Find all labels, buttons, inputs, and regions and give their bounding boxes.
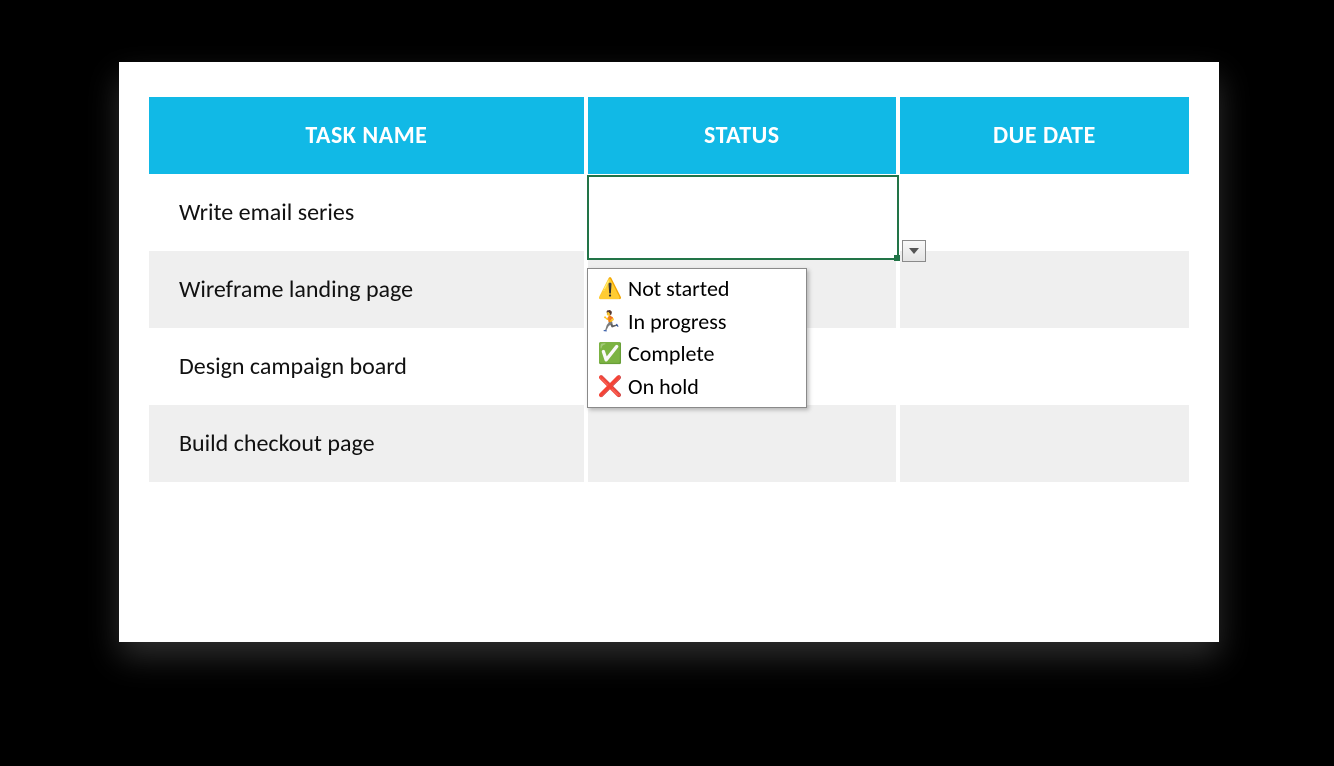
cell-due[interactable] — [898, 482, 1189, 558]
table-row: Build checkout page — [149, 405, 1189, 482]
dropdown-option-label: Not started — [628, 275, 729, 304]
dropdown-handle[interactable] — [902, 240, 926, 262]
dropdown-option-label: In progress — [628, 308, 726, 337]
header-task: TASK NAME — [149, 97, 586, 174]
cell-task[interactable]: Design campaign board — [149, 328, 586, 405]
dropdown-option-not-started[interactable]: ⚠️ Not started — [588, 273, 806, 306]
cell-due[interactable] — [898, 174, 1189, 251]
cell-status[interactable] — [586, 174, 898, 251]
table-header-row: TASK NAME STATUS DUE DATE — [149, 97, 1189, 174]
cell-status[interactable] — [586, 405, 898, 482]
spreadsheet-panel: TASK NAME STATUS DUE DATE Write email se… — [119, 62, 1219, 642]
cell-task[interactable]: Write email series — [149, 174, 586, 251]
header-due: DUE DATE — [898, 97, 1189, 174]
cell-task[interactable]: Build checkout page — [149, 405, 586, 482]
dropdown-option-label: Complete — [628, 340, 714, 369]
cell-status[interactable] — [586, 482, 898, 558]
dropdown-option-in-progress[interactable]: 🏃 In progress — [588, 306, 806, 339]
runner-icon: 🏃 — [598, 309, 622, 335]
cell-due[interactable] — [898, 251, 1189, 328]
cell-due[interactable] — [898, 328, 1189, 405]
cell-task[interactable]: Wireframe landing page — [149, 251, 586, 328]
table-row: Write email series — [149, 174, 1189, 251]
warning-icon: ⚠️ — [598, 276, 622, 302]
cell-task[interactable] — [149, 482, 586, 558]
cross-icon: ❌ — [598, 374, 622, 400]
status-dropdown[interactable]: ⚠️ Not started 🏃 In progress ✅ Complete … — [587, 268, 807, 408]
check-icon: ✅ — [598, 341, 622, 367]
header-status: STATUS — [586, 97, 898, 174]
dropdown-option-on-hold[interactable]: ❌ On hold — [588, 371, 806, 404]
cell-due[interactable] — [898, 405, 1189, 482]
dropdown-option-complete[interactable]: ✅ Complete — [588, 338, 806, 371]
table-row — [149, 482, 1189, 558]
dropdown-option-label: On hold — [628, 373, 699, 402]
chevron-down-icon — [909, 248, 919, 254]
